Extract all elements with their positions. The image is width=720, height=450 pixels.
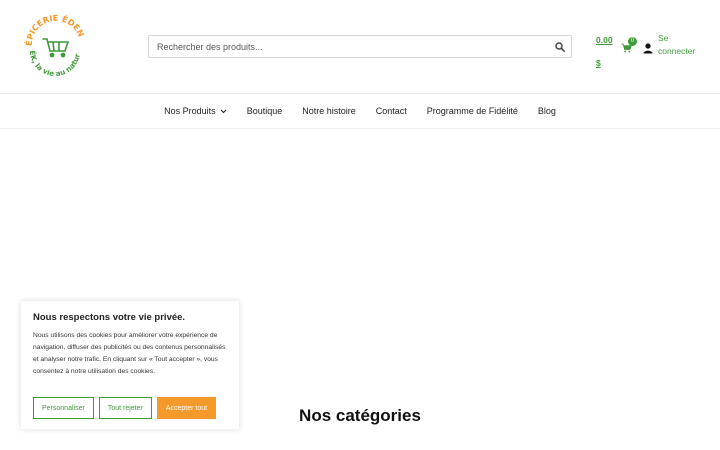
account-icon-button[interactable] [643, 41, 653, 54]
cookie-consent-banner: Nous respectons votre vie privée. Nous u… [21, 301, 239, 429]
product-search-bar [148, 35, 572, 58]
accept-all-cookies-button[interactable]: Accepter tout [156, 397, 217, 419]
nav-item-label: Nos Produits [164, 106, 216, 116]
nav-item-blog[interactable]: Blog [538, 106, 556, 116]
nav-item-programme-fidelite[interactable]: Programme de Fidélité [427, 106, 518, 116]
site-logo[interactable]: ÉPICERIE ÉDEN KA ÉK, la vie au naturel [19, 4, 88, 80]
main-navigation: Nos Produits Boutique Notre histoire Con… [0, 93, 720, 129]
nav-item-boutique[interactable]: Boutique [247, 106, 283, 116]
nav-item-nos-produits[interactable]: Nos Produits [164, 106, 227, 116]
cookie-banner-title: Nous respectons votre vie privée. [33, 312, 186, 323]
search-input[interactable] [149, 36, 549, 57]
cookie-banner-text: Nous utilisons des cookies pour améliore… [33, 332, 226, 375]
user-icon [643, 43, 653, 54]
search-icon [555, 41, 565, 52]
nav-item-contact[interactable]: Contact [376, 106, 407, 116]
chevron-down-icon [220, 109, 227, 113]
logo-cart-icon [42, 38, 70, 58]
reject-all-cookies-button[interactable]: Tout rejeter [98, 397, 152, 419]
logo-emblem-icon: ÉPICERIE ÉDEN KA ÉK, la vie au naturel [19, 4, 88, 78]
login-link[interactable]: Se connecter [658, 32, 708, 58]
search-button[interactable] [549, 36, 571, 57]
cart-count-badge: 0 [628, 37, 637, 46]
nav-item-notre-histoire[interactable]: Notre histoire [302, 106, 356, 116]
site-header: ÉPICERIE ÉDEN KA ÉK, la vie au naturel 0… [0, 0, 720, 93]
cart-total[interactable]: 0.00 $ [596, 29, 616, 75]
logo-text-top: ÉPICERIE ÉDEN KA [22, 12, 88, 46]
cookie-banner-actions: Personnaliser Tout rejeter Accepter tout [33, 397, 217, 419]
customize-cookies-button[interactable]: Personnaliser [33, 397, 94, 419]
